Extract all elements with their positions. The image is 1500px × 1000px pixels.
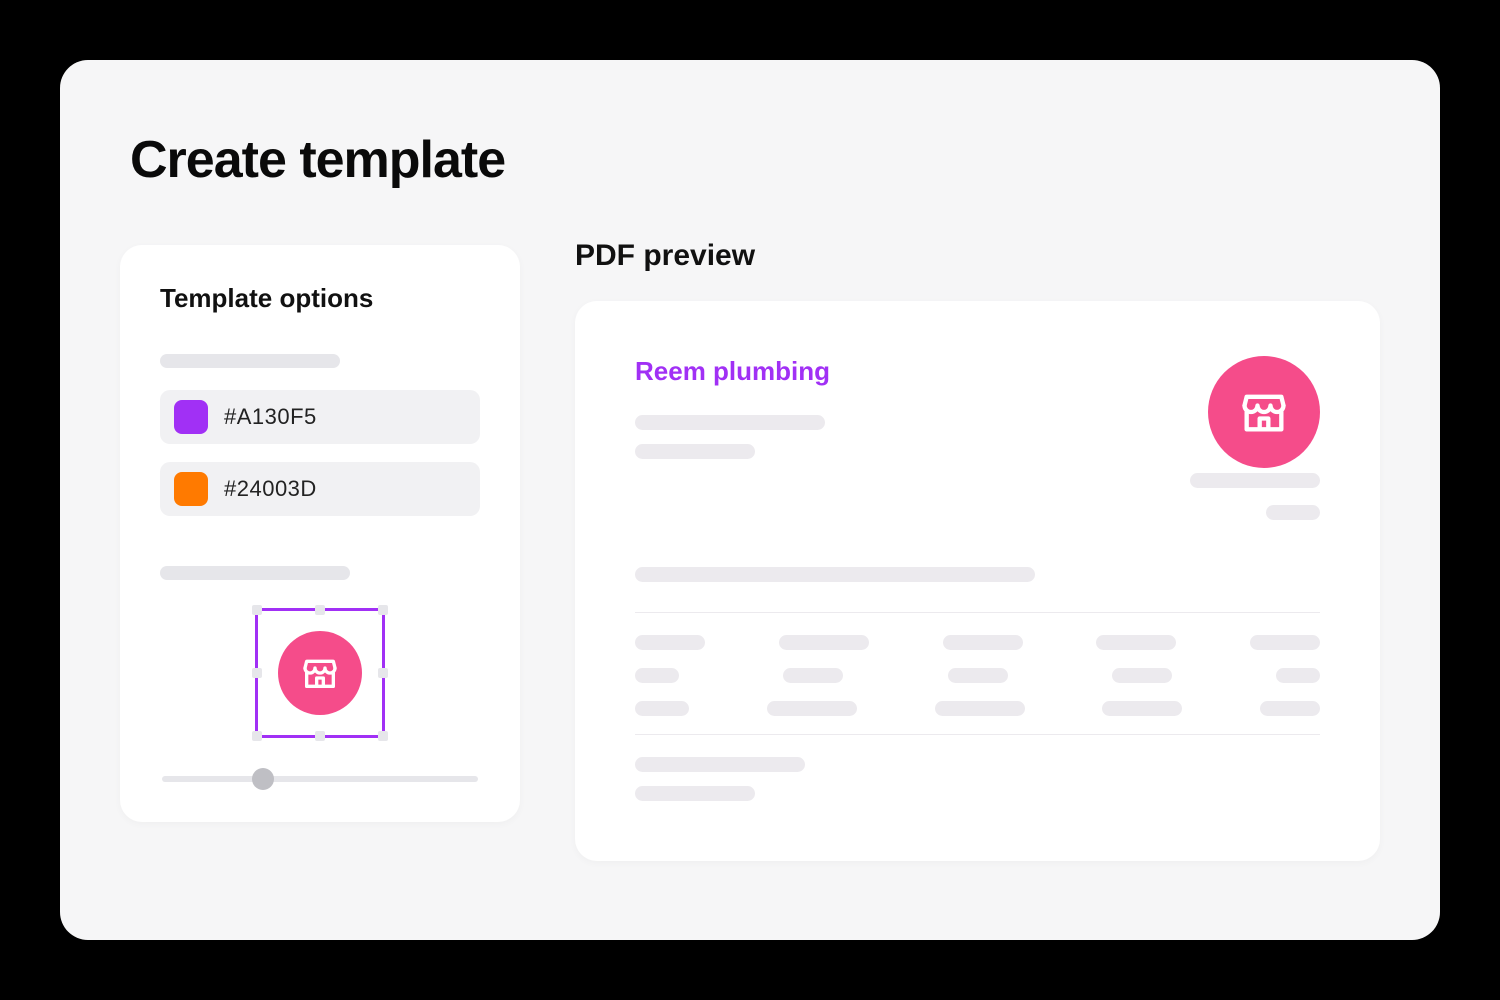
storefront-icon (1238, 386, 1290, 438)
text-placeholder (635, 444, 755, 459)
text-placeholder (635, 415, 825, 430)
preview-heading: PDF preview (575, 239, 1380, 273)
cell-placeholder (1276, 668, 1320, 683)
secondary-color-picker[interactable]: #24003D (160, 462, 480, 516)
cell-placeholder (635, 668, 679, 683)
cell-placeholder (1250, 635, 1320, 650)
app-window: Create template Template options #A130F5… (60, 60, 1440, 940)
doc-footer (635, 757, 1320, 801)
cell-placeholder (1096, 635, 1176, 650)
company-name: Reem plumbing (635, 356, 830, 387)
text-placeholder (1266, 505, 1320, 520)
divider (635, 734, 1320, 735)
text-placeholder (635, 757, 805, 772)
resize-handle[interactable] (252, 731, 262, 741)
color-swatch (174, 472, 208, 506)
cell-placeholder (1112, 668, 1172, 683)
resize-handle[interactable] (378, 668, 388, 678)
cell-placeholder (779, 635, 869, 650)
cell-placeholder (935, 701, 1025, 716)
resize-handle[interactable] (252, 605, 262, 615)
cell-placeholder (767, 701, 857, 716)
logo-selection-frame[interactable] (255, 608, 385, 738)
option-label-placeholder (160, 566, 350, 580)
text-placeholder (635, 786, 755, 801)
table-row (635, 701, 1320, 716)
template-options-panel: Template options #A130F5 #24003D (120, 245, 520, 822)
primary-color-picker[interactable]: #A130F5 (160, 390, 480, 444)
text-placeholder (1190, 473, 1320, 488)
color-swatch (174, 400, 208, 434)
resize-handle[interactable] (378, 731, 388, 741)
doc-meta-right (635, 473, 1320, 537)
option-label-placeholder (160, 354, 340, 368)
text-placeholder (635, 567, 1035, 582)
doc-header: Reem plumbing (635, 356, 1320, 473)
resize-handle[interactable] (378, 605, 388, 615)
page-title: Create template (120, 130, 1380, 190)
size-slider[interactable] (162, 776, 478, 782)
table-row (635, 635, 1320, 650)
pdf-preview-document: Reem plumbing (575, 301, 1380, 861)
doc-header-left: Reem plumbing (635, 356, 830, 473)
storefront-icon (300, 653, 340, 693)
table-row (635, 668, 1320, 683)
cell-placeholder (1260, 701, 1320, 716)
cell-placeholder (1102, 701, 1182, 716)
doc-logo (1208, 356, 1320, 468)
logo-editor[interactable] (160, 608, 480, 738)
preview-column: PDF preview Reem plumbing (575, 245, 1380, 861)
color-hex-value: #24003D (224, 476, 317, 502)
main-columns: Template options #A130F5 #24003D (120, 245, 1380, 861)
cell-placeholder (635, 635, 705, 650)
resize-handle[interactable] (315, 605, 325, 615)
divider (635, 612, 1320, 613)
slider-thumb[interactable] (252, 768, 274, 790)
resize-handle[interactable] (315, 731, 325, 741)
cell-placeholder (635, 701, 689, 716)
resize-handle[interactable] (252, 668, 262, 678)
cell-placeholder (783, 668, 843, 683)
cell-placeholder (943, 635, 1023, 650)
cell-placeholder (948, 668, 1008, 683)
logo-preview (278, 631, 362, 715)
color-hex-value: #A130F5 (224, 404, 317, 430)
template-options-heading: Template options (160, 283, 480, 314)
